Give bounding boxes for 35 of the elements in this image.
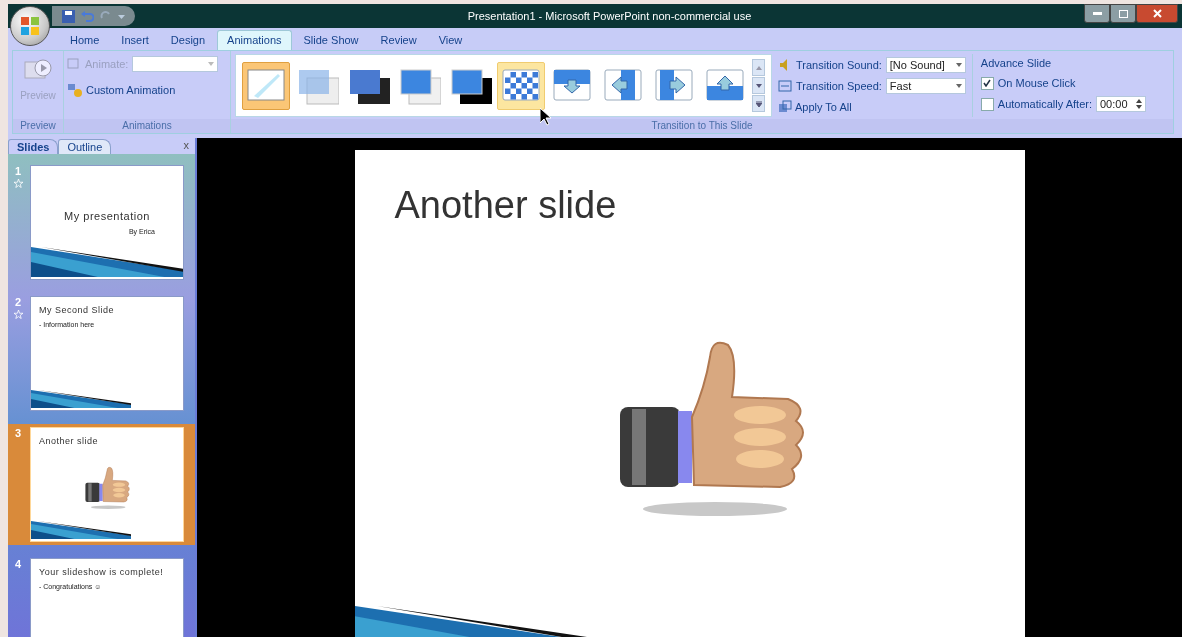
ribbon-tab[interactable]: Animations xyxy=(217,30,292,50)
group-label: Transition to This Slide xyxy=(231,119,1173,133)
slide-number: 2 xyxy=(14,296,22,308)
slide-number: 4 xyxy=(14,558,22,570)
slide-title: Another slide xyxy=(394,184,617,227)
ribbon-tab[interactable]: Insert xyxy=(111,30,159,50)
group-label: Preview xyxy=(13,119,63,133)
group-label: Animations xyxy=(64,119,230,133)
time-spinner[interactable]: 00:00 xyxy=(1095,96,1146,112)
sound-label: Transition Sound: xyxy=(796,59,882,71)
checkbox-label: Automatically After: xyxy=(997,98,1092,110)
apply-to-all-button[interactable]: Apply To All xyxy=(778,100,852,114)
slide-number: 3 xyxy=(14,427,22,439)
ribbon-tab[interactable]: View xyxy=(428,30,473,50)
slide-title: My Second Slide xyxy=(39,305,116,315)
advance-slide-title: Advance Slide xyxy=(980,56,1053,71)
ribbon-tab[interactable]: Slide Show xyxy=(293,30,369,50)
slide-title: Another slide xyxy=(39,436,100,446)
custom-animation-button[interactable]: Custom Animation xyxy=(67,83,176,97)
checkbox-label: On Mouse Click xyxy=(997,77,1076,89)
ribbon-tab[interactable]: Design xyxy=(160,30,216,50)
slide-number: 1 xyxy=(14,165,22,177)
ribbon-tab[interactable]: Review xyxy=(370,30,427,50)
animate-label: Animate: xyxy=(85,58,129,70)
window-title: Presentation1 - Microsoft PowerPoint non-commercial use xyxy=(466,10,753,22)
ribbon-tab[interactable]: Home xyxy=(60,30,110,50)
sound-dropdown[interactable]: [No Sound] xyxy=(885,57,966,73)
close-pane-button[interactable]: x xyxy=(183,139,189,151)
pane-tab[interactable]: Slides xyxy=(8,139,59,154)
slide-thumbnail[interactable]: Another slide xyxy=(30,427,184,542)
slide-title: Your slideshow is complete! xyxy=(39,567,165,577)
speed-dropdown[interactable]: Fast xyxy=(885,78,966,94)
speed-label: Transition Speed: xyxy=(796,80,882,92)
pane-tab[interactable]: Outline xyxy=(58,139,112,154)
slide-title: My presentation xyxy=(64,210,150,222)
